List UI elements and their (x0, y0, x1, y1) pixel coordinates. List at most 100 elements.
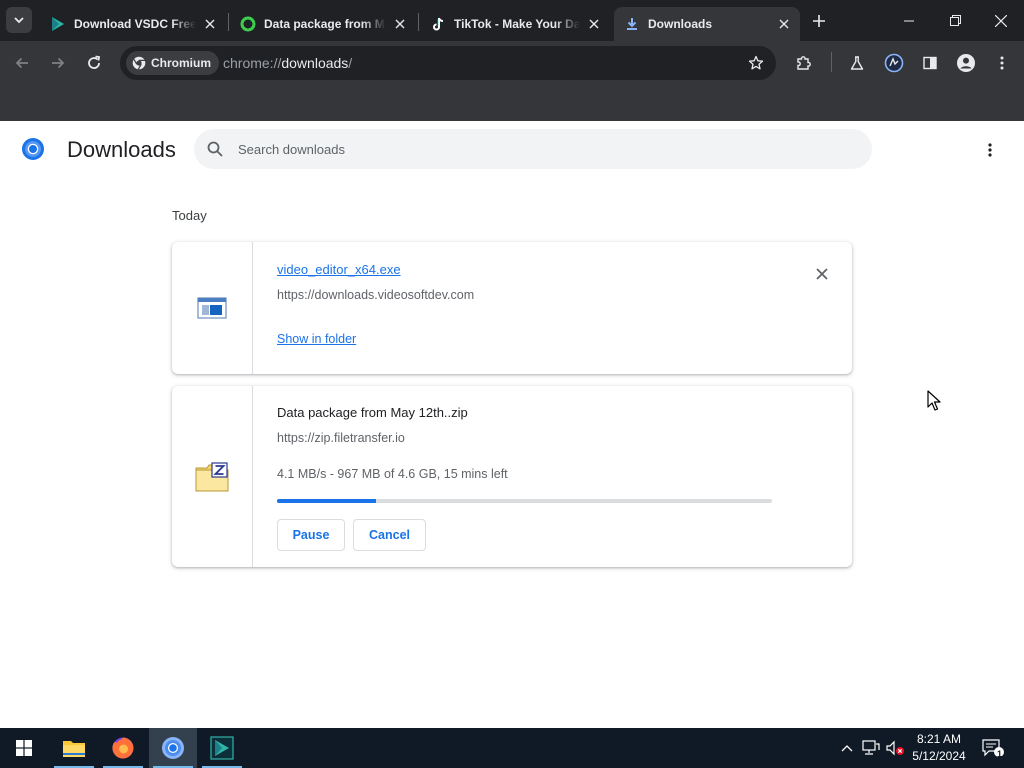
notification-center-button[interactable]: 1 (978, 728, 1008, 768)
tiktok-icon (430, 16, 446, 32)
tab-title: Downloads (648, 17, 713, 31)
close-icon (995, 14, 1007, 27)
tab-downloads[interactable]: Downloads (614, 7, 800, 41)
close-tab-icon[interactable] (202, 16, 218, 32)
vsdc-icon (210, 736, 234, 760)
flask-icon (850, 56, 864, 70)
download-source-url[interactable]: https://downloads.videosoftdev.com (277, 288, 474, 302)
arrow-left-icon (15, 57, 28, 69)
taskbar: 8:21 AM 5/12/2024 1 (0, 728, 1024, 768)
bookmarks-bar (0, 85, 1024, 121)
pause-button[interactable]: Pause (277, 519, 345, 551)
side-panel-icon (923, 56, 937, 70)
taskbar-vsdc[interactable] (198, 728, 246, 768)
filetransfer-icon (240, 16, 256, 32)
side-panel-button[interactable] (918, 51, 942, 75)
show-in-folder-link[interactable]: Show in folder (277, 332, 356, 346)
chevron-up-icon (841, 745, 853, 752)
extension-button[interactable] (882, 51, 906, 75)
restore-icon (949, 15, 961, 26)
zip-file-icon (195, 461, 229, 491)
tab-vsdc[interactable]: Download VSDC Free (40, 7, 226, 41)
url-text[interactable]: chrome://downloads/ (223, 55, 352, 71)
reload-button[interactable] (82, 51, 106, 75)
taskbar-chromium[interactable] (149, 728, 197, 768)
downloaded-file-link[interactable]: video_editor_x64.exe (277, 262, 401, 277)
download-item: Data package from May 12th..zip https://… (172, 386, 852, 567)
start-button[interactable] (0, 728, 48, 768)
bookmark-star-icon[interactable] (748, 55, 764, 76)
page-title: Downloads (67, 137, 176, 162)
file-explorer-icon (63, 741, 85, 757)
downloading-file-name: Data package from May 12th..zip (277, 405, 468, 420)
close-tab-icon[interactable] (392, 16, 408, 32)
url-host: downloads (281, 55, 349, 71)
tab-divider (228, 13, 229, 31)
chevron-down-icon (14, 17, 24, 24)
tab-strip: Download VSDC Free Data package from May… (0, 0, 1024, 41)
cancel-button[interactable]: Cancel (353, 519, 426, 551)
taskbar-file-explorer[interactable] (50, 728, 98, 768)
url-scheme: chrome:// (223, 55, 282, 71)
tab-tiktok[interactable]: TikTok - Make Your Day (420, 7, 610, 41)
tab-title: TikTok - Make Your Day (454, 17, 580, 31)
labs-button[interactable] (845, 51, 869, 75)
search-icon (207, 141, 223, 157)
restore-button[interactable] (932, 0, 978, 41)
volume-button[interactable] (884, 728, 906, 768)
close-window-button[interactable] (978, 0, 1024, 41)
exe-file-icon (197, 297, 227, 319)
address-bar[interactable]: Chromium chrome://downloads/ (120, 46, 776, 80)
plus-icon (813, 15, 825, 27)
mouse-cursor-icon (927, 390, 941, 417)
close-tab-icon[interactable] (776, 16, 792, 32)
tab-divider (418, 13, 419, 31)
arrow-right-icon (52, 57, 65, 69)
chromium-icon (162, 737, 184, 759)
tab-title: Data package from May (264, 17, 386, 31)
account-icon (957, 54, 975, 72)
downloads-page: Downloads Today video_editor_x64.exe htt… (0, 121, 1024, 728)
tab-data-package[interactable]: Data package from May (230, 7, 416, 41)
site-info-chip[interactable]: Chromium (126, 51, 219, 75)
page-menu-button[interactable] (978, 138, 1002, 162)
new-tab-button[interactable] (808, 10, 830, 32)
extensions-button[interactable] (792, 51, 816, 75)
puzzle-icon (797, 56, 811, 70)
url-path: / (348, 55, 353, 71)
profile-button[interactable] (954, 51, 978, 75)
show-hidden-icons-button[interactable] (838, 728, 856, 768)
more-vert-icon (1000, 56, 1004, 70)
system-clock[interactable]: 8:21 AM 5/12/2024 (907, 731, 971, 765)
forward-button[interactable] (46, 51, 70, 75)
tab-search-button[interactable] (6, 7, 32, 33)
windows-logo-icon (16, 740, 32, 756)
reload-icon (88, 55, 101, 69)
browser-menu-button[interactable] (990, 51, 1014, 75)
close-icon (816, 268, 828, 280)
network-icon (862, 740, 880, 755)
browser-toolbar: Chromium chrome://downloads/ (0, 41, 1024, 85)
clock-time: 8:21 AM (916, 732, 962, 746)
network-button[interactable] (860, 728, 882, 768)
download-icon (624, 16, 640, 32)
clock-date: 5/12/2024 (912, 749, 966, 763)
remove-from-list-button[interactable] (812, 264, 832, 284)
minimize-button[interactable] (886, 0, 932, 41)
extension-badge-icon (884, 53, 904, 73)
taskbar-firefox[interactable] (99, 728, 147, 768)
progress-fill (277, 499, 376, 503)
back-button[interactable] (10, 51, 34, 75)
search-input[interactable] (238, 129, 858, 169)
close-tab-icon[interactable] (586, 16, 602, 32)
notification-count: 1 (997, 749, 1003, 759)
toolbar-divider (831, 52, 832, 72)
chromium-logo-icon (21, 137, 45, 161)
chromium-icon (132, 56, 146, 70)
search-box[interactable] (194, 129, 872, 169)
download-progress-status: 4.1 MB/s - 967 MB of 4.6 GB, 15 mins lef… (277, 467, 508, 481)
site-chip-label: Chromium (151, 56, 211, 70)
file-icon-column (172, 386, 253, 567)
firefox-icon (112, 737, 134, 759)
download-source-url[interactable]: https://zip.filetransfer.io (277, 431, 405, 445)
